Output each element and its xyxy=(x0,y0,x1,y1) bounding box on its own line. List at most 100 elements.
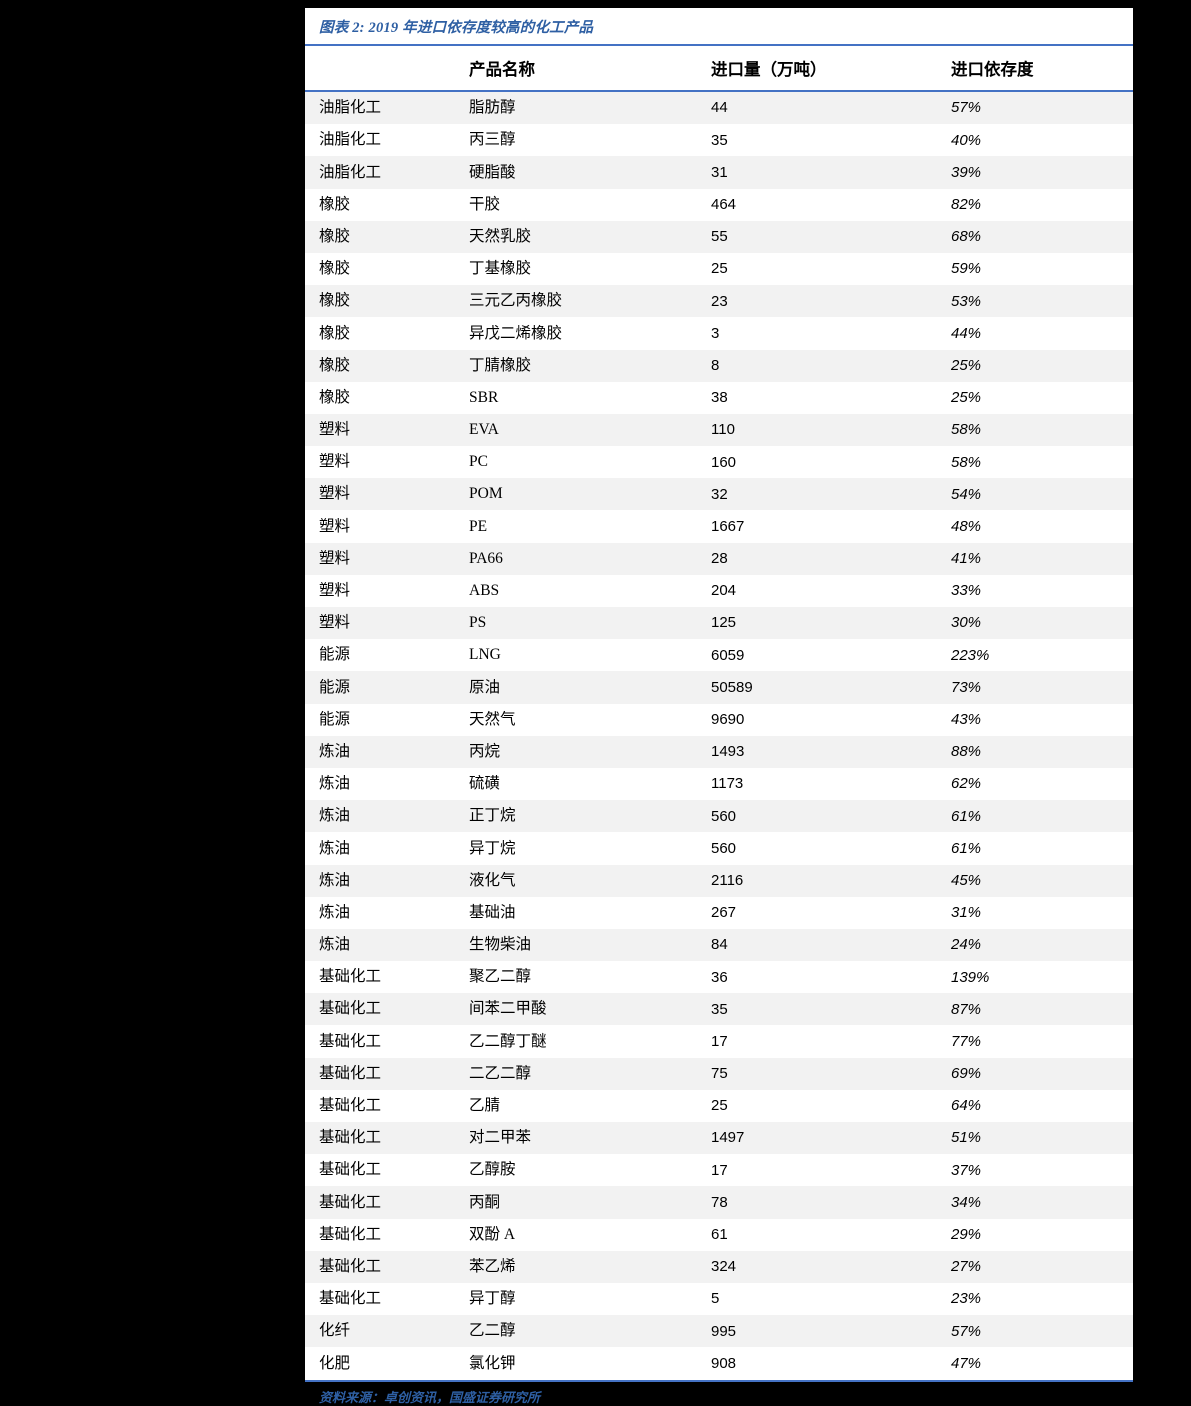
table-row: 油脂化工 硬脂酸 31 39% xyxy=(305,156,1133,189)
cell-volume: 8 xyxy=(705,349,945,382)
cell-product: 丙酮 xyxy=(463,1186,705,1219)
cell-product: SBR xyxy=(463,381,705,414)
cell-volume: 110 xyxy=(705,413,945,447)
table-row: 塑料 PS 125 30% xyxy=(305,607,1133,640)
cell-product: 异戊二烯橡胶 xyxy=(463,317,705,350)
cell-product: EVA xyxy=(463,413,705,447)
cell-product: PC xyxy=(463,446,705,479)
cell-category: 化纤 xyxy=(305,1315,463,1348)
table-row: 基础化工 乙醇胺 17 37% xyxy=(305,1154,1133,1187)
cell-dependency: 58% xyxy=(945,446,1133,479)
table-row: 基础化工 聚乙二醇 36 139% xyxy=(305,961,1133,994)
cell-category: 能源 xyxy=(305,703,463,736)
cell-product: 丁腈橡胶 xyxy=(463,349,705,382)
cell-volume: 3 xyxy=(705,317,945,350)
cell-dependency: 61% xyxy=(945,800,1133,833)
cell-dependency: 77% xyxy=(945,1025,1133,1058)
cell-category: 油脂化工 xyxy=(305,92,463,125)
table-row: 炼油 硫磺 1173 62% xyxy=(305,767,1133,801)
cell-dependency: 87% xyxy=(945,993,1133,1026)
import-dependency-table-body: 油脂化工 脂肪醇 44 57% 油脂化工 丙三醇 35 40% 油脂化工 硬脂酸 31 39% 橡胶 干胶… xyxy=(305,92,1133,1380)
cell-dependency: 34% xyxy=(945,1186,1133,1219)
cell-product: 基础油 xyxy=(463,896,705,929)
cell-category: 炼油 xyxy=(305,896,463,929)
cell-category: 油脂化工 xyxy=(305,156,463,189)
cell-product: PA66 xyxy=(463,542,705,575)
table-header: 产品名称 进口量（万吨） 进口依存度 xyxy=(305,46,1133,90)
cell-category: 基础化工 xyxy=(305,961,463,994)
cell-dependency: 59% xyxy=(945,252,1133,286)
cell-category: 基础化工 xyxy=(305,1186,463,1219)
cell-category: 基础化工 xyxy=(305,1282,463,1316)
cell-dependency: 68% xyxy=(945,220,1133,253)
cell-volume: 35 xyxy=(705,124,945,157)
cell-category: 橡胶 xyxy=(305,349,463,382)
cell-category: 炼油 xyxy=(305,800,463,833)
cell-dependency: 53% xyxy=(945,285,1133,318)
cell-product: 硫磺 xyxy=(463,767,705,801)
cell-product: 异丁烷 xyxy=(463,832,705,865)
cell-category: 化肥 xyxy=(305,1347,463,1380)
table-row: 基础化工 间苯二甲酸 35 87% xyxy=(305,993,1133,1026)
cell-volume: 267 xyxy=(705,896,945,929)
table-row: 塑料 EVA 110 58% xyxy=(305,413,1133,447)
table-row: 炼油 液化气 2116 45% xyxy=(305,864,1133,897)
cell-volume: 50589 xyxy=(705,671,945,704)
table-row: 塑料 POM 32 54% xyxy=(305,478,1133,511)
cell-product: 乙醇胺 xyxy=(463,1154,705,1187)
cell-category: 炼油 xyxy=(305,832,463,865)
cell-category: 橡胶 xyxy=(305,188,463,221)
column-header-volume: 进口量（万吨） xyxy=(705,46,945,90)
screenshot-canvas: 图表 2: 2019 年进口依存度较高的化工产品 产品名称 进口量（万吨） 进口… xyxy=(0,0,1191,1405)
column-header-dependency: 进口依存度 xyxy=(945,46,1133,90)
cell-category: 橡胶 xyxy=(305,285,463,318)
cell-dependency: 27% xyxy=(945,1250,1133,1283)
figure-title: 图表 2: 2019 年进口依存度较高的化工产品 xyxy=(319,20,594,36)
report-page-sheet: 图表 2: 2019 年进口依存度较高的化工产品 产品名称 进口量（万吨） 进口… xyxy=(305,8,1133,1405)
cell-dependency: 25% xyxy=(945,381,1133,414)
cell-product: 生物柴油 xyxy=(463,928,705,962)
cell-volume: 32 xyxy=(705,478,945,511)
cell-volume: 160 xyxy=(705,446,945,479)
cell-product: 天然气 xyxy=(463,703,705,736)
cell-category: 基础化工 xyxy=(305,993,463,1026)
cell-dependency: 88% xyxy=(945,735,1133,768)
cell-product: 乙腈 xyxy=(463,1089,705,1122)
cell-volume: 560 xyxy=(705,832,945,865)
cell-dependency: 139% xyxy=(945,961,1133,994)
table-row: 基础化工 异丁醇 5 23% xyxy=(305,1282,1133,1316)
cell-category: 橡胶 xyxy=(305,252,463,286)
cell-product: 氯化钾 xyxy=(463,1347,705,1380)
cell-volume: 25 xyxy=(705,252,945,286)
cell-volume: 75 xyxy=(705,1057,945,1090)
cell-volume: 78 xyxy=(705,1186,945,1219)
cell-volume: 204 xyxy=(705,574,945,607)
cell-dependency: 40% xyxy=(945,124,1133,157)
table-row: 塑料 ABS 204 33% xyxy=(305,574,1133,607)
cell-category: 基础化工 xyxy=(305,1122,463,1155)
cell-category: 塑料 xyxy=(305,413,463,447)
table-row: 炼油 生物柴油 84 24% xyxy=(305,928,1133,962)
table-row: 油脂化工 脂肪醇 44 57% xyxy=(305,92,1133,125)
cell-product: 丙三醇 xyxy=(463,124,705,157)
cell-product: 二乙二醇 xyxy=(463,1057,705,1090)
cell-dependency: 29% xyxy=(945,1218,1133,1251)
cell-category: 塑料 xyxy=(305,446,463,479)
cell-category: 炼油 xyxy=(305,928,463,962)
cell-volume: 995 xyxy=(705,1315,945,1348)
cell-volume: 44 xyxy=(705,92,945,125)
cell-product: 天然乳胶 xyxy=(463,220,705,253)
cell-product: 双酚 A xyxy=(463,1218,705,1251)
cell-product: 三元乙丙橡胶 xyxy=(463,285,705,318)
table-row: 能源 原油 50589 73% xyxy=(305,671,1133,704)
cell-product: 聚乙二醇 xyxy=(463,961,705,994)
cell-volume: 6059 xyxy=(705,639,945,672)
table-body: 油脂化工 脂肪醇 44 57% 油脂化工 丙三醇 35 40% 油脂化工 硬脂酸 31 39% 橡胶 干胶… xyxy=(305,92,1133,1380)
table-row: 油脂化工 丙三醇 35 40% xyxy=(305,124,1133,157)
cell-product: 间苯二甲酸 xyxy=(463,993,705,1026)
table-row: 橡胶 三元乙丙橡胶 23 53% xyxy=(305,285,1133,318)
cell-category: 能源 xyxy=(305,671,463,704)
cell-dependency: 39% xyxy=(945,156,1133,189)
table-row: 基础化工 苯乙烯 324 27% xyxy=(305,1250,1133,1283)
table-row: 基础化工 乙腈 25 64% xyxy=(305,1089,1133,1122)
